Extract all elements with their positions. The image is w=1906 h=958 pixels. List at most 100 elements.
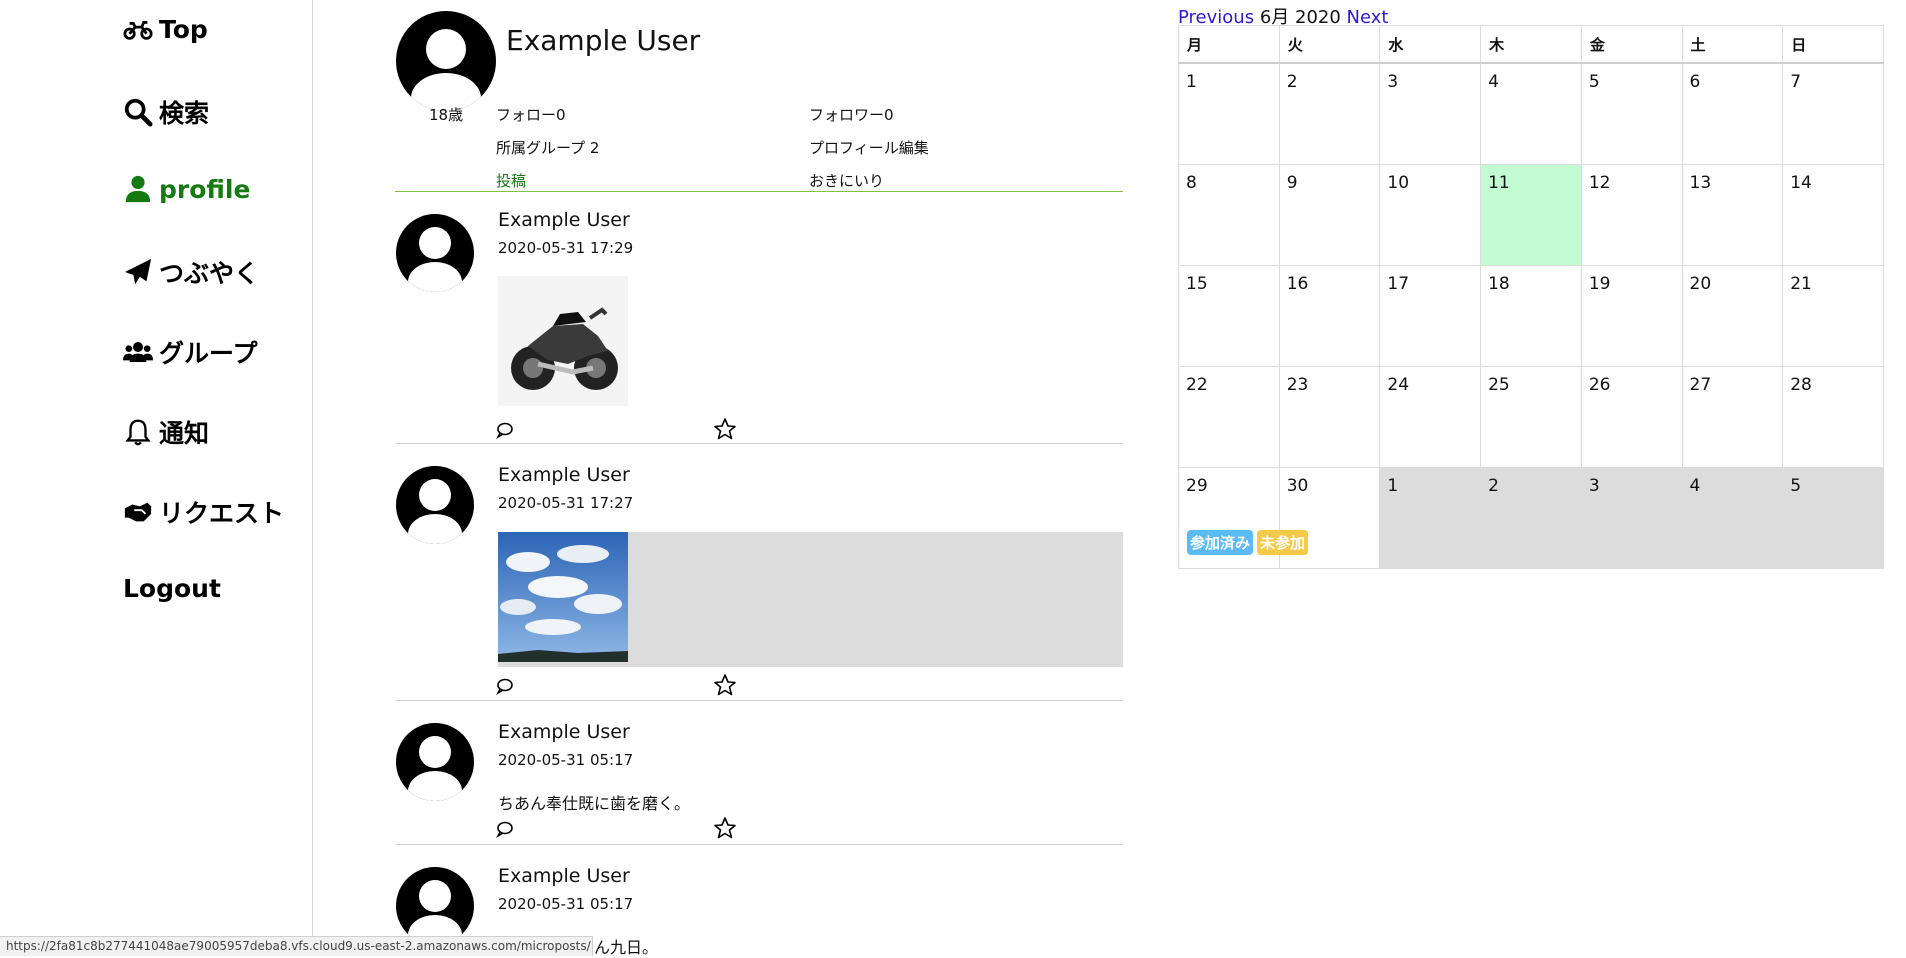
sky-photo[interactable] (498, 532, 628, 662)
calendar-day[interactable]: 23 (1278, 366, 1381, 468)
weekday-header: 日 (1782, 25, 1884, 64)
nav-tweet-label: つぶやく (159, 259, 260, 288)
user-icon (125, 175, 151, 203)
post-avatar[interactable] (396, 867, 474, 945)
post-avatar[interactable] (396, 214, 474, 292)
profile-name: Example User (506, 24, 701, 57)
weekday-header: 水 (1379, 25, 1482, 64)
calendar-legend: 参加済み 未参加 (1187, 530, 1309, 555)
calendar-day[interactable]: 9 (1278, 164, 1381, 266)
nav-notifications[interactable]: 通知 (123, 414, 209, 450)
calendar-day[interactable]: 10 (1379, 164, 1482, 266)
post-user-name[interactable]: Example User (498, 209, 630, 231)
nav-tweet[interactable]: つぶやく (123, 254, 259, 290)
post-item: Example User 2020-05-31 05:17 ちあん奉仕既に歯を磨… (395, 701, 1123, 845)
calendar-day[interactable]: 12 (1580, 164, 1683, 266)
calendar-day[interactable]: 15 (1178, 265, 1280, 367)
calendar-day[interactable]: 14 (1782, 164, 1884, 266)
calendar-day[interactable]: 6 (1681, 62, 1784, 165)
followers-link[interactable]: フォロワー0 (809, 104, 894, 125)
following-link[interactable]: フォロー0 (496, 104, 566, 125)
post-avatar[interactable] (396, 466, 474, 544)
calendar-day[interactable]: 16 (1278, 265, 1381, 367)
nav-search-label: 検索 (159, 99, 210, 128)
motorcycle-photo[interactable] (498, 276, 628, 406)
calendar-day-today[interactable]: 11 (1480, 164, 1582, 266)
nav-top-label: Top (159, 14, 208, 44)
calendar-day[interactable]: 24 (1379, 366, 1482, 468)
calendar-day[interactable]: 8 (1178, 164, 1280, 266)
calendar-day-next-month[interactable]: 3 (1580, 467, 1683, 569)
post-text: ちあん奉仕既に歯を磨く。 (498, 794, 691, 813)
calendar-day[interactable]: 17 (1379, 265, 1482, 367)
calendar-day[interactable]: 26 (1580, 366, 1683, 468)
nav-profile[interactable]: profile (123, 174, 250, 204)
calendar-day[interactable]: 28 (1782, 366, 1884, 468)
star-icon[interactable] (713, 417, 737, 441)
comment-icon[interactable] (496, 820, 514, 838)
nav-group[interactable]: グループ (123, 334, 258, 370)
calendar-day[interactable]: 25 (1480, 366, 1582, 468)
post-avatar[interactable] (396, 723, 474, 801)
tab-posts[interactable]: 投稿 (496, 170, 526, 191)
post-user-name[interactable]: Example User (498, 865, 630, 887)
post-item: Example User 2020-05-31 17:29 (395, 192, 1123, 444)
calendar-day[interactable]: 19 (1580, 265, 1683, 367)
groups-link[interactable]: 所属グループ 2 (496, 137, 599, 158)
calendar-day[interactable]: 13 (1681, 164, 1784, 266)
paper-plane-icon (124, 258, 152, 285)
post-time: 2020-05-31 17:27 (498, 494, 634, 512)
calendar-day[interactable]: 3 (1379, 62, 1482, 165)
nav-search[interactable]: 検索 (123, 94, 209, 130)
profile-avatar[interactable] (396, 11, 496, 111)
nav-logout-label: Logout (123, 574, 221, 603)
nav-request[interactable]: リクエスト (123, 494, 284, 530)
post-user-name[interactable]: Example User (498, 464, 630, 486)
handshake-icon (124, 502, 152, 522)
calendar-day[interactable]: 7 (1782, 62, 1884, 165)
calendar-day[interactable]: 21 (1782, 265, 1884, 367)
weekday-header: 火 (1278, 25, 1381, 64)
weekday-header: 土 (1681, 25, 1784, 64)
profile-age: 18歳 (429, 106, 464, 124)
weekday-header: 金 (1580, 25, 1683, 64)
badge-joined: 参加済み (1187, 530, 1254, 555)
edit-profile-link[interactable]: プロフィール編集 (809, 137, 929, 158)
comment-icon[interactable] (496, 677, 514, 695)
calendar-day[interactable]: 2 (1278, 62, 1381, 165)
calendar-day[interactable]: 1 (1178, 62, 1280, 165)
calendar-day[interactable]: 18 (1480, 265, 1582, 367)
post-user-name[interactable]: Example User (498, 721, 630, 743)
post-time: 2020-05-31 17:29 (498, 239, 634, 257)
calendar-day[interactable]: 22 (1178, 366, 1280, 468)
calendar-day[interactable]: 20 (1681, 265, 1784, 367)
weekday-header: 木 (1480, 25, 1582, 64)
motorcycle-icon (123, 21, 153, 40)
calendar-day-next-month[interactable]: 1 (1379, 467, 1482, 569)
badge-not-joined: 未参加 (1257, 530, 1309, 555)
star-icon[interactable] (713, 673, 737, 697)
nav-notifications-label: 通知 (159, 419, 210, 448)
calendar-day[interactable]: 5 (1580, 62, 1683, 165)
nav-profile-label: profile (159, 174, 251, 204)
weekday-header: 月 (1178, 25, 1280, 64)
calendar-grid: 月 火 水 木 金 土 日 1 2 3 4 5 6 7 8 9 10 11 12… (1178, 25, 1884, 569)
nav-request-label: リクエスト (159, 499, 285, 528)
nav-group-label: グループ (159, 339, 258, 368)
search-icon (124, 98, 153, 127)
sidebar: Top 検索 profile つぶやく グループ 通知 リクエスト Logout (0, 0, 313, 956)
users-icon (123, 342, 153, 362)
comment-icon[interactable] (496, 421, 514, 439)
nav-top[interactable]: Top (123, 14, 208, 44)
calendar-day-next-month[interactable]: 4 (1681, 467, 1784, 569)
nav-logout[interactable]: Logout (123, 574, 221, 603)
tab-favorites[interactable]: おきにいり (809, 170, 884, 191)
calendar-day[interactable]: 4 (1480, 62, 1582, 165)
post-item: Example User 2020-05-31 17:27 (395, 444, 1123, 701)
calendar-day-next-month[interactable]: 5 (1782, 467, 1884, 569)
star-icon[interactable] (713, 816, 737, 840)
calendar-day-next-month[interactable]: 2 (1480, 467, 1582, 569)
post-time: 2020-05-31 05:17 (498, 895, 634, 913)
post-time: 2020-05-31 05:17 (498, 751, 634, 769)
calendar-day[interactable]: 27 (1681, 366, 1784, 468)
